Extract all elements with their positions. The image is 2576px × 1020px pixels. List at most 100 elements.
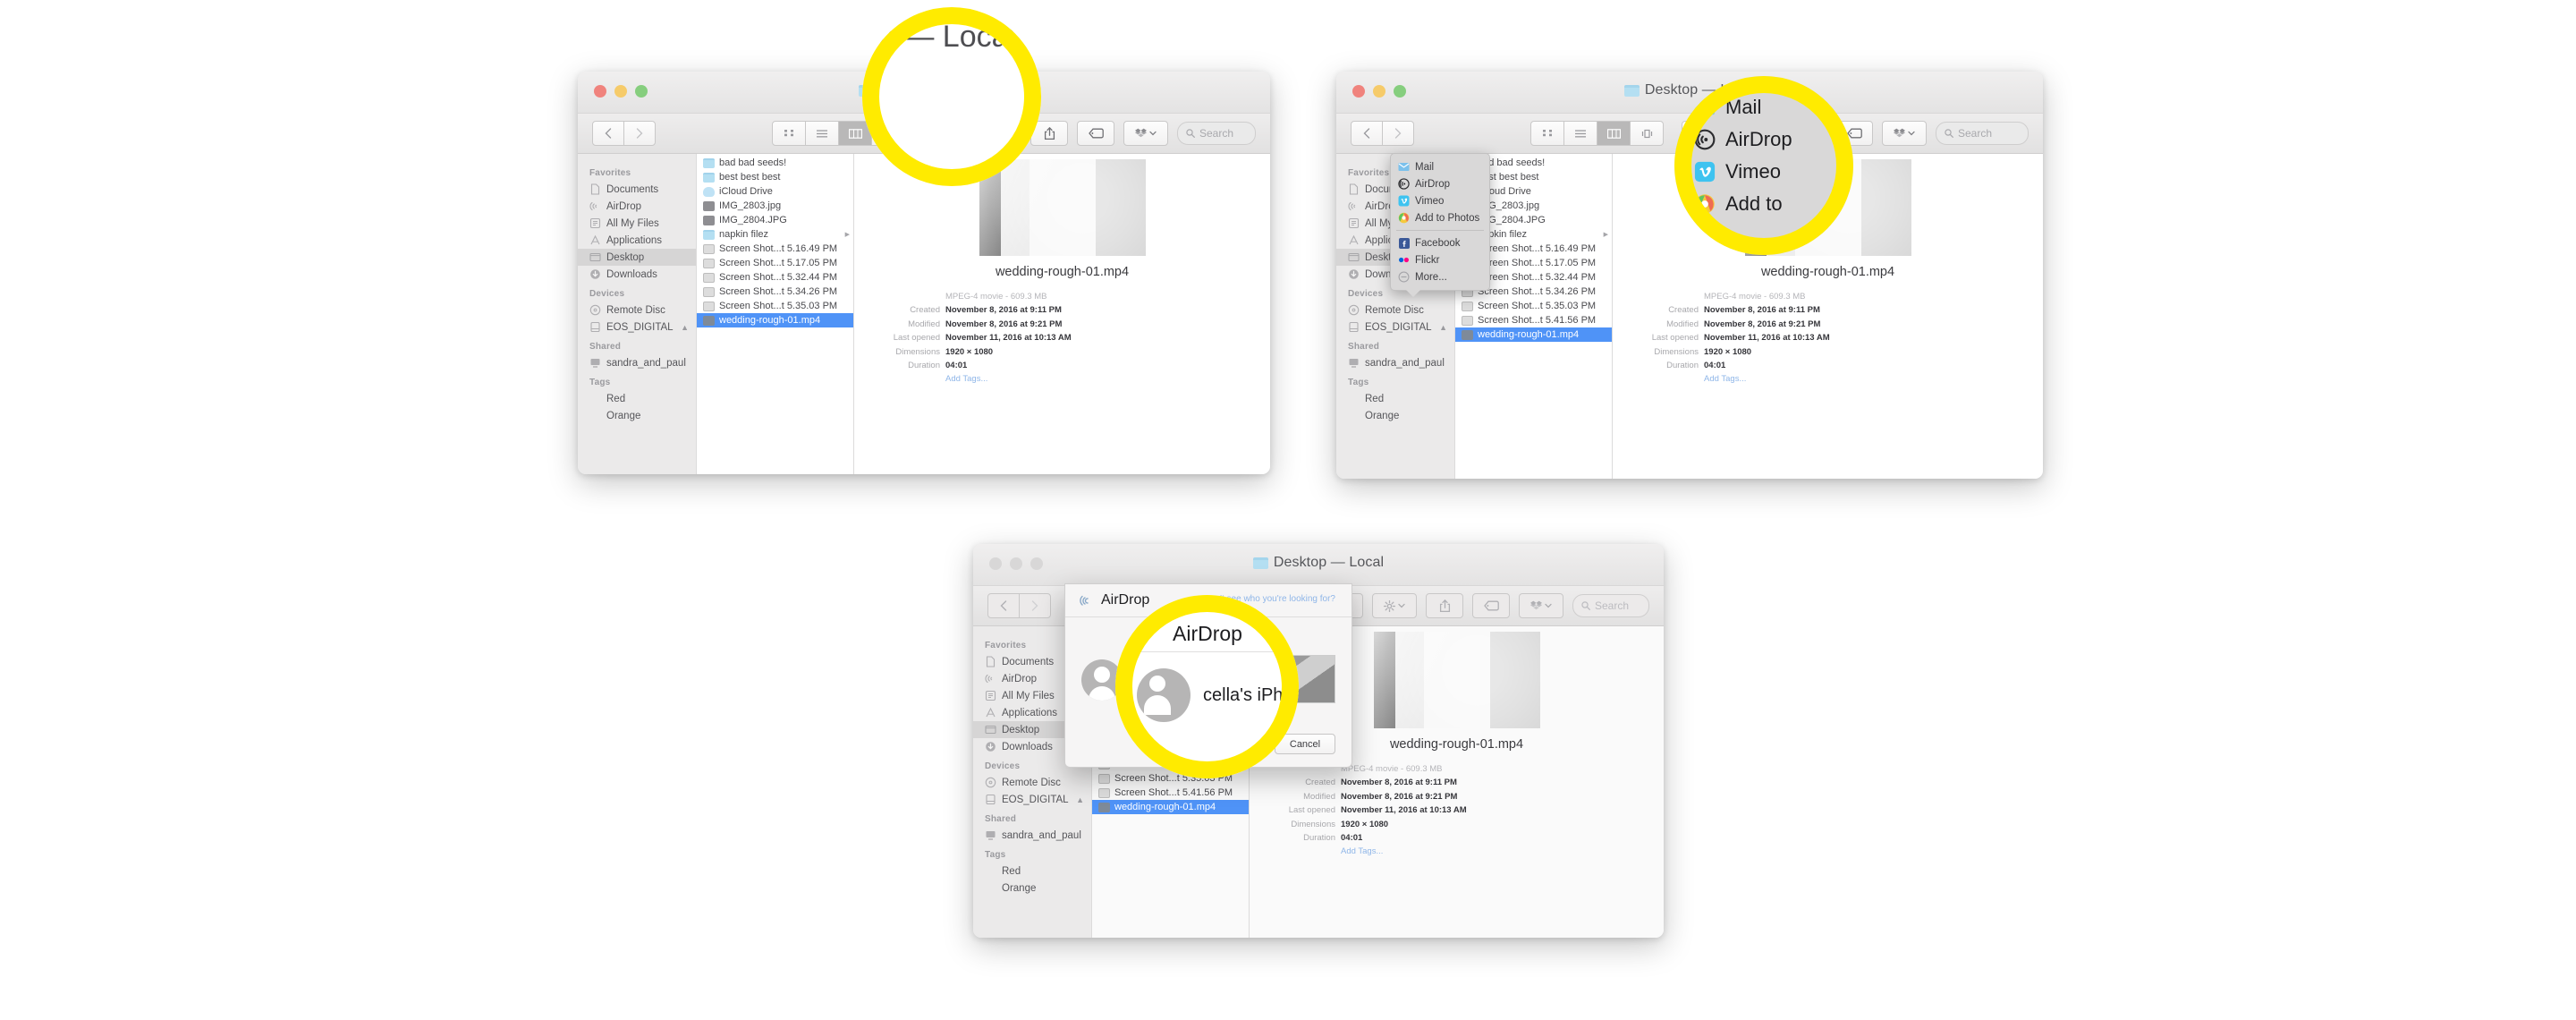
add-tags-link[interactable]: Add Tags... xyxy=(1341,845,1383,858)
list-view-button[interactable] xyxy=(1563,121,1597,146)
file-row[interactable]: Screen Shot...t 5.17.05 PM xyxy=(697,256,853,270)
column-view-button[interactable] xyxy=(1597,121,1631,146)
finder-window-3[interactable]: Desktop — Local Search Favorites Documen… xyxy=(973,544,1664,938)
sidebar-item-orange[interactable]: Orange xyxy=(1336,407,1454,424)
share-menu-item-mail[interactable]: Mail xyxy=(1391,158,1489,175)
share-menu-item-facebook[interactable]: Facebook xyxy=(1391,234,1489,251)
navigation-buttons[interactable] xyxy=(1351,121,1414,146)
add-tags-link[interactable]: Add Tags... xyxy=(1704,372,1746,386)
sidebar-item-red[interactable]: Red xyxy=(578,390,696,407)
navigation-buttons[interactable] xyxy=(987,593,1051,618)
share-menu-item-label: More... xyxy=(1415,271,1447,283)
sidebar-item-eos-digital[interactable]: EOS_DIGITAL ▲ xyxy=(1336,319,1454,336)
metadata-row-tags: Add Tags... xyxy=(1258,845,1664,858)
drive-icon xyxy=(985,794,996,805)
sidebar-item-remote-disc[interactable]: Remote Disc xyxy=(578,302,696,319)
sidebar-item-all-my-files[interactable]: All My Files xyxy=(578,215,696,232)
sidebar-item-eos-digital[interactable]: EOS_DIGITAL ▲ xyxy=(973,791,1091,808)
sidebar-item-label: EOS_DIGITAL xyxy=(1002,794,1069,805)
sidebar-item-documents[interactable]: Documents xyxy=(578,181,696,198)
tag-button[interactable] xyxy=(1077,121,1114,146)
disclosure-arrow-icon[interactable]: ▶ xyxy=(845,231,850,238)
back-button[interactable] xyxy=(1351,121,1383,146)
file-row[interactable]: IMG_2803.jpg xyxy=(697,199,853,213)
search-input[interactable]: Search xyxy=(1177,122,1256,145)
share-button[interactable] xyxy=(1426,593,1463,618)
folder-icon xyxy=(1623,84,1640,97)
file-row[interactable]: napkin filez ▶ xyxy=(697,227,853,242)
file-row[interactable]: wedding-rough-01.mp4 xyxy=(697,313,853,327)
coverflow-view-button[interactable] xyxy=(1630,121,1664,146)
sidebar-item-applications[interactable]: Applications xyxy=(578,232,696,249)
dropbox-button[interactable] xyxy=(1882,121,1927,146)
airdrop-icon xyxy=(1694,129,1716,150)
file-row[interactable]: IMG_2804.JPG xyxy=(697,213,853,227)
navigation-buttons[interactable] xyxy=(592,121,656,146)
search-input[interactable]: Search xyxy=(1936,122,2029,145)
file-name: best best best xyxy=(719,172,781,183)
icon-view-button[interactable] xyxy=(1530,121,1564,146)
add-tags-link[interactable]: Add Tags... xyxy=(945,372,987,386)
eject-icon[interactable]: ▲ xyxy=(1439,323,1447,332)
sidebar-item-sandra-and-paul[interactable]: sandra_and_paul xyxy=(973,827,1091,844)
disclosure-arrow-icon[interactable]: ▶ xyxy=(1604,231,1608,238)
sidebar-item-orange[interactable]: Orange xyxy=(578,407,696,424)
metadata-row-kind: MPEG-4 movie - 609.3 MB xyxy=(1622,290,2043,303)
file-row[interactable]: Screen Shot...t 5.16.49 PM xyxy=(697,242,853,256)
file-row[interactable]: best best best xyxy=(697,170,853,184)
preview-file-name: wedding-rough-01.mp4 xyxy=(1389,737,1524,752)
back-button[interactable] xyxy=(987,593,1020,618)
share-menu-item-flickr[interactable]: Flickr xyxy=(1391,251,1489,268)
file-row[interactable]: Screen Shot...t 5.41.56 PM xyxy=(1455,313,1612,327)
window-titlebar[interactable]: Desktop — Local xyxy=(973,544,1664,586)
metadata-value: 1920 × 1080 xyxy=(945,346,994,357)
sidebar-item-sandra-and-paul[interactable]: sandra_and_paul xyxy=(578,354,696,371)
preview-thumbnail xyxy=(1373,632,1540,728)
icon-view-button[interactable] xyxy=(772,121,806,146)
metadata-key xyxy=(863,290,945,303)
sidebar-item-eos-digital[interactable]: EOS_DIGITAL ▲ xyxy=(578,319,696,336)
metadata-row: Last opened November 11, 2016 at 10:13 AM xyxy=(1258,803,1664,817)
sidebar-item-desktop[interactable]: Desktop xyxy=(578,249,696,266)
sidebar-item-orange[interactable]: Orange xyxy=(973,880,1091,897)
forward-button[interactable] xyxy=(1382,121,1414,146)
disc-icon xyxy=(985,777,996,788)
share-menu-item-add-to-photos[interactable]: Add to Photos xyxy=(1391,209,1489,226)
back-button[interactable] xyxy=(592,121,624,146)
view-mode-buttons[interactable] xyxy=(1530,121,1664,146)
list-view-button[interactable] xyxy=(805,121,839,146)
forward-button[interactable] xyxy=(1019,593,1051,618)
file-row[interactable]: Screen Shot...t 5.35.03 PM xyxy=(697,299,853,313)
sidebar-item-airdrop[interactable]: AirDrop xyxy=(578,198,696,215)
file-list-column[interactable]: bad bad seeds! best best best iCloud Drive… xyxy=(697,154,854,474)
sidebar[interactable]: Favorites Documents AirDrop All My Files App… xyxy=(578,154,697,474)
eject-icon[interactable]: ▲ xyxy=(681,323,689,332)
tag-button[interactable] xyxy=(1472,593,1510,618)
sidebar-item-remote-disc[interactable]: Remote Disc xyxy=(973,774,1091,791)
airdrop-icon xyxy=(1080,595,1089,606)
file-row[interactable]: wedding-rough-01.mp4 xyxy=(1092,800,1249,814)
file-row[interactable]: Screen Shot...t 5.32.44 PM xyxy=(697,270,853,285)
share-menu-item-airdrop[interactable]: AirDrop xyxy=(1391,175,1489,192)
share-menu[interactable]: Mail AirDrop Vimeo Add to Photos Facebook Fl… xyxy=(1390,153,1490,297)
sidebar-item-downloads[interactable]: Downloads xyxy=(578,266,696,283)
file-row[interactable]: Screen Shot...t 5.41.56 PM xyxy=(1092,786,1249,800)
share-menu-item-more[interactable]: More... xyxy=(1391,268,1489,285)
file-row[interactable]: Screen Shot...t 5.35.03 PM xyxy=(1455,299,1612,313)
sidebar-item-sandra-and-paul[interactable]: sandra_and_paul xyxy=(1336,354,1454,371)
dropbox-button[interactable] xyxy=(1519,593,1563,618)
action-button[interactable] xyxy=(1372,593,1417,618)
share-menu-item-vimeo[interactable]: Vimeo xyxy=(1391,192,1489,209)
search-input[interactable]: Search xyxy=(1572,594,1649,617)
file-row[interactable]: iCloud Drive xyxy=(697,184,853,199)
metadata-key: Last opened xyxy=(1651,333,1699,344)
dropbox-button[interactable] xyxy=(1123,121,1168,146)
file-row[interactable]: Screen Shot...t 5.34.26 PM xyxy=(697,285,853,299)
sidebar-item-red[interactable]: Red xyxy=(1336,390,1454,407)
file-row[interactable]: wedding-rough-01.mp4 xyxy=(1455,327,1612,342)
sidebar-item-remote-disc[interactable]: Remote Disc xyxy=(1336,302,1454,319)
forward-button[interactable] xyxy=(623,121,656,146)
eject-icon[interactable]: ▲ xyxy=(1076,795,1084,804)
file-row[interactable]: bad bad seeds! xyxy=(697,156,853,170)
sidebar-item-red[interactable]: Red xyxy=(973,863,1091,880)
